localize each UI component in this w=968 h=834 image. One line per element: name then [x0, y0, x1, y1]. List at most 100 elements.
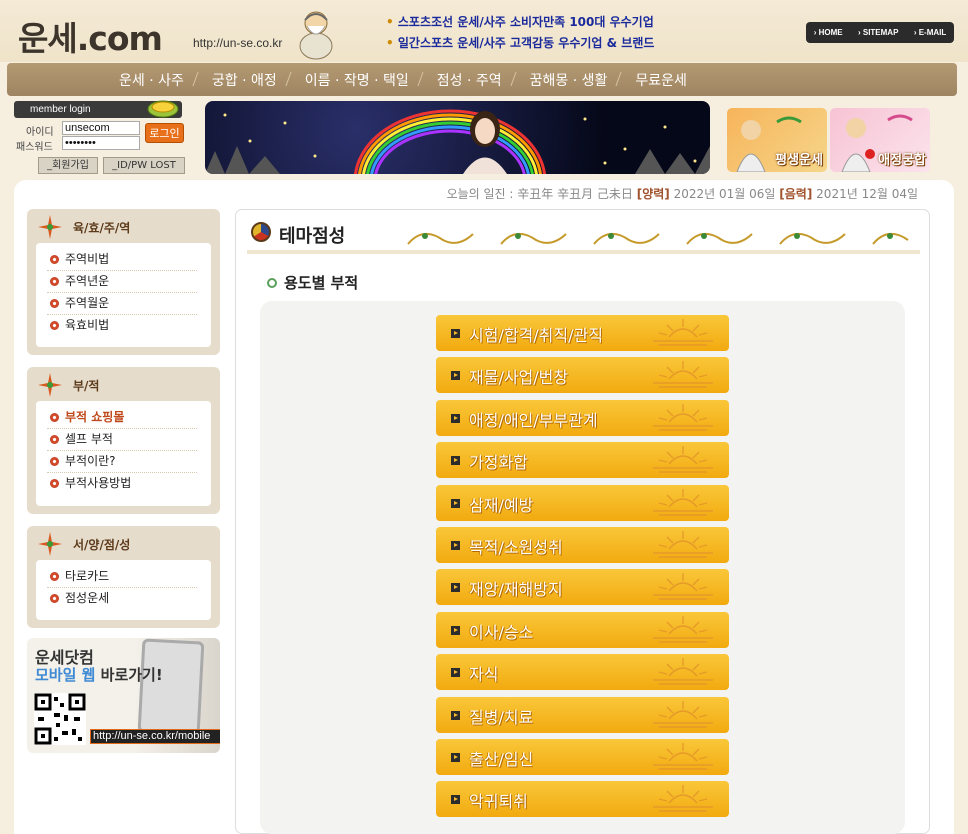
sun-ornament-icon [653, 488, 713, 516]
sidebar-item-astrology[interactable]: 점성운세 [47, 588, 197, 610]
menu-item-gunghap[interactable]: 궁합 · 애정 [198, 70, 291, 90]
id-input[interactable]: unsecom [62, 121, 140, 135]
arrow-icon [451, 753, 460, 762]
section-subtitle: 용도별 부적 [284, 274, 359, 292]
ornament-strip-icon [407, 233, 909, 245]
qr-code-icon [34, 693, 86, 745]
sidebar-box-title: 서/양/점/성 [73, 538, 131, 552]
category-button[interactable]: 재물/사업/번창 [436, 357, 729, 394]
sidebar-box-title: 육/효/주/역 [73, 221, 131, 235]
compass-flower-icon [38, 215, 62, 239]
site-header: 운세.com http://un-se.co.kr 스포츠조선 운세/사주 소비… [0, 0, 968, 62]
sun-ornament-icon [653, 700, 713, 728]
category-button[interactable]: 시험/합격/취직/관직 [436, 315, 729, 351]
login-button[interactable]: 로그인 [145, 123, 184, 143]
sun-ornament-icon [653, 319, 713, 346]
category-label: 악귀퇴취 [469, 792, 528, 812]
love-compatibility-banner[interactable]: 애정궁합 [830, 108, 930, 172]
category-label: 재물/사업/번창 [469, 368, 569, 388]
top-utility-nav: HOME SITEMAP E-MAIL [806, 22, 954, 43]
join-button[interactable]: _회원가입 [38, 157, 98, 174]
sun-ornament-icon [653, 403, 713, 431]
sage-mascot-icon [299, 11, 333, 60]
sidebar-box-western-astrology: 서/양/점/성 타로카드 점성운세 [27, 526, 220, 628]
sidebar-item-what-is-bujeok[interactable]: 부적이란? [47, 451, 197, 473]
mobile-ad-highlight: 모바일 웹 [35, 666, 96, 684]
sidebar-box-title: 부/적 [73, 379, 100, 393]
rainbow-night-illustration [205, 109, 710, 174]
sidebar-item-yukhyo-secret[interactable]: 육효비법 [47, 315, 197, 337]
category-label: 애정/애인/부부관계 [469, 410, 598, 430]
menu-item-free[interactable]: 무료운세 [621, 70, 701, 90]
category-button[interactable]: 재앙/재해방지 [436, 569, 729, 606]
category-button[interactable]: 자식 [436, 654, 729, 691]
arrow-icon [451, 541, 460, 550]
category-button[interactable]: 이사/승소 [436, 611, 729, 648]
arrow-icon [451, 710, 460, 720]
title-underline [247, 250, 920, 254]
sidebar-box-yukhyo: 육/효/주/역 주역비법 주역년운 주역월운 육효비법 [27, 209, 220, 355]
sun-ornament-icon [653, 658, 713, 685]
lifetime-fortune-banner[interactable]: 평생운세 [727, 108, 827, 172]
taegeuk-icon [251, 222, 271, 242]
sidebar-box-bujeok: 부/적 부적 쇼핑몰 셀프 부적 부적이란? 부적사용방법 [27, 367, 220, 514]
sidebar-item-jooyeok-month[interactable]: 주역월운 [47, 293, 197, 315]
email-link[interactable]: E-MAIL [914, 28, 947, 37]
mobile-ad-rest: 바로가기! [95, 666, 163, 684]
mobile-url[interactable]: http://un-se.co.kr/mobile [90, 729, 220, 744]
category-label: 삼재/예방 [469, 495, 534, 515]
menu-item-astrology[interactable]: 점성 · 주역 [423, 70, 516, 90]
category-button[interactable]: 출산/임신 [436, 739, 729, 775]
category-label: 질병/치료 [469, 707, 534, 727]
sidebar-item-jooyeok-year[interactable]: 주역년운 [47, 271, 197, 293]
category-label: 출산/임신 [469, 750, 534, 769]
daily-ganji: 오늘의 일진 : 辛丑年 辛丑月 己未日 [446, 187, 633, 201]
category-label: 목적/소원성취 [469, 538, 563, 557]
arrow-icon [451, 456, 460, 466]
arrow-icon [451, 583, 460, 593]
sun-ornament-icon [653, 531, 713, 558]
love-compatibility-label: 애정궁합 [878, 153, 926, 168]
promo-line[interactable]: 일간스포츠 운세/사주 고객감동 우수기업 & 브랜드 [386, 33, 655, 54]
mobile-web-banner[interactable]: 운세닷컴 모바일 웹 바로가기! http://un-se.co.kr/mobi… [27, 638, 220, 753]
category-button[interactable]: 질병/치료 [436, 696, 729, 733]
hero-banner[interactable] [205, 101, 710, 174]
category-label: 재앙/재해방지 [469, 580, 563, 600]
sidebar-item-tarot[interactable]: 타로카드 [47, 566, 197, 588]
arrow-icon [451, 795, 460, 805]
main-menu-bar: 운세 · 사주 궁합 · 애정 이름 · 작명 · 택일 점성 · 주역 꿈해몽… [7, 63, 957, 96]
sitemap-link[interactable]: SITEMAP [858, 28, 899, 37]
category-button[interactable]: 애정/애인/부부관계 [436, 399, 729, 436]
site-logo[interactable]: 운세.com [18, 12, 163, 60]
sun-ornament-icon [653, 615, 713, 643]
page-title: 테마점성 [279, 226, 346, 247]
today-date-line: 오늘의 일진 : 辛丑年 辛丑月 己未日 [양력] 2022년 01월 06일 … [14, 180, 954, 206]
menu-item-dream[interactable]: 꿈해몽 · 생활 [516, 70, 622, 90]
menu-item-naming[interactable]: 이름 · 작명 · 택일 [291, 70, 423, 90]
compass-flower-icon [38, 373, 62, 397]
sun-ornament-icon [653, 785, 713, 813]
sidebar-item-self-bujeok[interactable]: 셀프 부적 [47, 429, 197, 451]
id-pw-lost-button[interactable]: _ID/PW LOST [103, 157, 185, 174]
compass-flower-icon [38, 532, 62, 556]
home-link[interactable]: HOME [814, 28, 843, 37]
lifetime-fortune-label: 평생운세 [775, 153, 823, 168]
category-button[interactable]: 악귀퇴취 [436, 781, 729, 818]
category-button[interactable]: 목적/소원성취 [436, 527, 729, 563]
lunar-date: 2021년 12월 04일 [816, 187, 918, 201]
promo-lines: 스포츠조선 운세/사주 소비자만족 100대 우수기업 일간스포츠 운세/사주 … [386, 12, 655, 54]
sidebar-item-bujeok-usage[interactable]: 부적사용방법 [47, 473, 197, 495]
id-label: 아이디 [26, 127, 54, 138]
sidebar-item-jooyeok-secret[interactable]: 주역비법 [47, 249, 197, 271]
password-label: 패스워드 [16, 142, 53, 153]
sun-ornament-icon [653, 743, 713, 770]
promo-line[interactable]: 스포츠조선 운세/사주 소비자만족 100대 우수기업 [386, 12, 654, 33]
category-button[interactable]: 가정화합 [436, 442, 729, 479]
sun-ornament-icon [653, 361, 713, 389]
category-label: 자식 [469, 665, 499, 685]
category-button[interactable]: 삼재/예방 [436, 484, 729, 521]
sidebar-item-bujeok-shop[interactable]: 부적 쇼핑몰 [47, 407, 197, 429]
password-input[interactable]: •••••••• [62, 136, 140, 150]
menu-item-saju[interactable]: 운세 · 사주 [105, 70, 198, 90]
category-label: 이사/승소 [469, 622, 534, 642]
